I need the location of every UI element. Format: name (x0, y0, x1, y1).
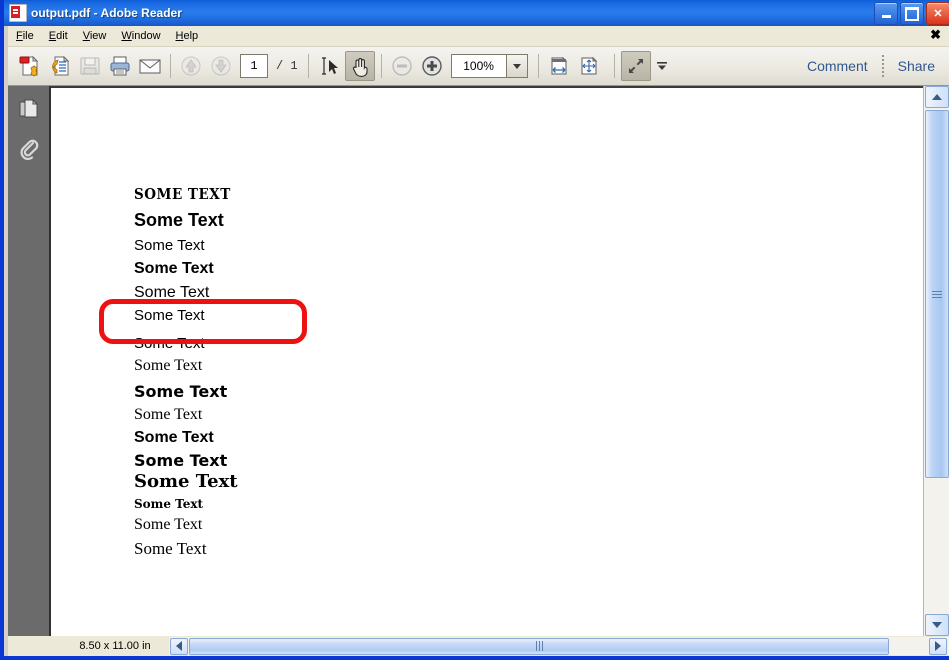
toolbar: 1 / 1 (8, 47, 949, 86)
red-highlight-annotation[interactable] (99, 299, 307, 344)
fit-width-icon[interactable] (545, 52, 573, 80)
status-bar: 8.50 x 11.00 in (8, 636, 949, 656)
toolbar-separator (538, 54, 539, 78)
previous-page-icon[interactable] (177, 52, 205, 80)
document-text-line: Some Text (134, 471, 238, 492)
page-number-input[interactable]: 1 (240, 54, 268, 78)
hand-tool-icon[interactable] (345, 51, 375, 81)
zoom-in-icon[interactable] (418, 52, 446, 80)
scroll-up-button[interactable] (925, 86, 949, 108)
menu-item-help[interactable]: Help (169, 28, 206, 44)
zoom-level-value: 100% (452, 55, 506, 77)
document-text-line: Some Text (134, 406, 202, 424)
window-title: output.pdf - Adobe Reader (31, 6, 182, 20)
menu-bar: FFileile Edit View Window Help ✖ (8, 26, 949, 47)
create-pdf-icon[interactable] (16, 52, 44, 80)
horizontal-scrollbar[interactable] (169, 637, 949, 655)
toolbar-separator (882, 55, 884, 77)
chevron-down-icon (932, 622, 942, 628)
chevron-down-icon[interactable] (506, 55, 527, 77)
page-size-label: 8.50 x 11.00 in (61, 637, 169, 655)
maximize-icon (905, 7, 919, 21)
document-text-line: Some Text (134, 539, 207, 559)
document-text-line: Some Text (134, 260, 214, 278)
title-bar: output.pdf - Adobe Reader ✕ (4, 0, 949, 26)
toolbar-separator (614, 54, 615, 78)
read-mode-icon[interactable] (621, 51, 651, 81)
menu-item-view[interactable]: View (76, 28, 114, 44)
document-text-line: Some Text (134, 357, 202, 375)
chevron-up-icon (932, 94, 942, 100)
vertical-scrollbar-thumb[interactable] (925, 110, 949, 478)
select-tool-icon[interactable] (315, 52, 343, 80)
document-text-line: Some Text (134, 382, 227, 401)
adobe-reader-window: output.pdf - Adobe Reader ✕ FFileile Edi… (0, 0, 949, 660)
page-total-label: / 1 (276, 59, 298, 73)
close-document-button[interactable]: ✖ (930, 28, 941, 42)
export-pdf-icon[interactable] (46, 52, 74, 80)
toolbar-separator (170, 54, 171, 78)
print-icon[interactable] (106, 52, 134, 80)
save-icon[interactable] (76, 52, 104, 80)
chevron-left-icon (176, 641, 182, 651)
toolbar-separator (308, 54, 309, 78)
window-controls: ✕ (874, 2, 949, 25)
horizontal-scrollbar-thumb[interactable] (189, 638, 889, 655)
scroll-down-button[interactable] (925, 614, 949, 636)
comment-button[interactable]: Comment (795, 58, 880, 74)
document-text-line: Some Text (134, 497, 203, 511)
pdf-document-icon (9, 4, 27, 22)
grip-icon (536, 641, 543, 651)
grip-icon (932, 291, 942, 298)
toolbar-separator (381, 54, 382, 78)
fit-page-icon[interactable] (575, 52, 603, 80)
document-text-line: Some Text (134, 451, 227, 470)
document-text-line: Some Text (134, 516, 202, 534)
email-icon[interactable] (136, 52, 164, 80)
close-icon: ✕ (933, 7, 942, 20)
document-text-line: Some Text (134, 237, 205, 254)
document-text-line: Some Text (134, 210, 224, 231)
document-text-line: SOME TEXT (134, 185, 231, 203)
menu-item-file[interactable]: FFileile (9, 28, 41, 44)
minimize-icon (882, 15, 891, 18)
attachments-icon[interactable] (14, 132, 44, 166)
navigation-pane (8, 86, 51, 636)
scroll-left-button[interactable] (170, 638, 188, 655)
menu-item-edit[interactable]: Edit (42, 28, 75, 44)
scroll-right-button[interactable] (929, 638, 947, 655)
caret-glyph (513, 64, 521, 69)
vertical-scrollbar[interactable] (923, 86, 949, 636)
zoom-out-icon[interactable] (388, 52, 416, 80)
minimize-button[interactable] (874, 2, 898, 25)
toolbar-right-group: Comment Share (795, 47, 949, 85)
chevron-right-icon (935, 641, 941, 651)
menu-item-window[interactable]: Window (114, 28, 167, 44)
close-window-button[interactable]: ✕ (926, 2, 949, 25)
maximize-button[interactable] (900, 2, 924, 25)
next-page-icon[interactable] (207, 52, 235, 80)
page-thumbnails-icon[interactable] (14, 92, 44, 126)
document-text-line: Some Text (134, 429, 214, 447)
document-page[interactable]: SOME TEXTSome TextSome TextSome TextSome… (51, 86, 923, 638)
more-tools-icon[interactable] (653, 52, 671, 80)
share-button[interactable]: Share (886, 58, 949, 74)
zoom-level-combobox[interactable]: 100% (451, 54, 528, 78)
